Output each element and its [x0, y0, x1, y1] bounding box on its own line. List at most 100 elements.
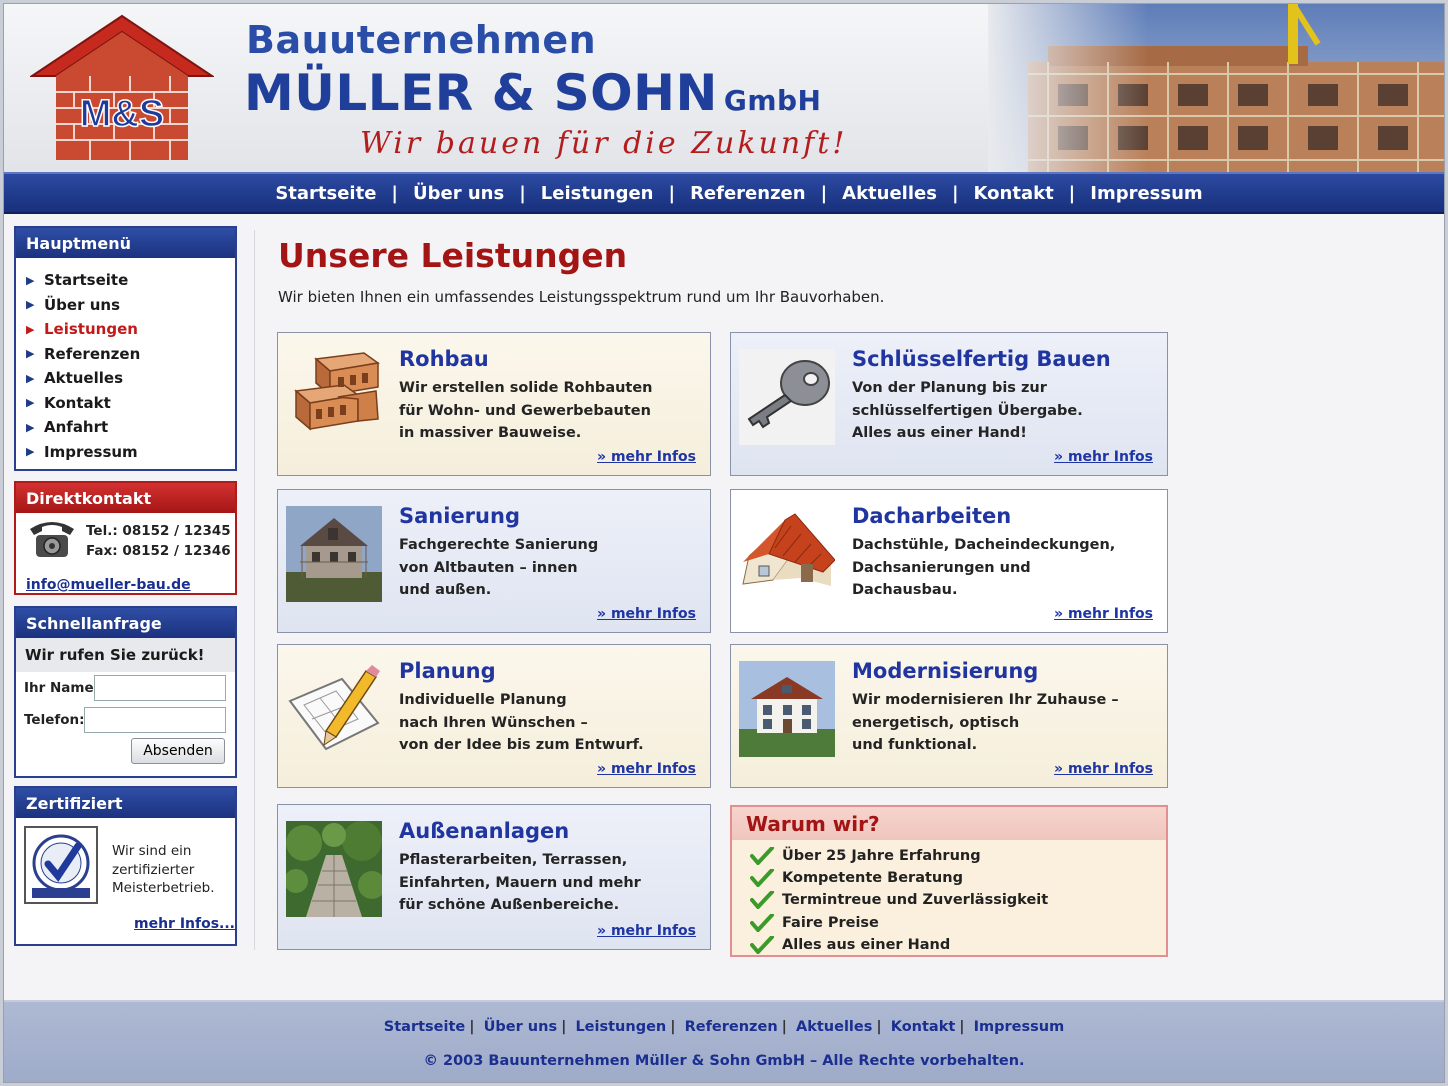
more-info-link[interactable]: » mehr Infos — [597, 761, 696, 777]
description-line: nach Ihren Wünschen – — [399, 714, 588, 731]
more-info-link[interactable]: » mehr Infos — [1054, 449, 1153, 465]
menu-item-label: Anfahrt — [44, 418, 109, 437]
chevron-right-icon: ▶ — [26, 273, 35, 287]
nav-ueber-uns[interactable]: Über uns — [398, 183, 519, 204]
menu-item-impressum[interactable]: ▶ Impressum — [26, 440, 235, 465]
more-info-link[interactable]: » mehr Infos — [1054, 606, 1153, 622]
footer-link-referenzen[interactable]: Referenzen — [685, 1019, 778, 1035]
why-us-item: Termintreue und Zuverlässigkeit — [782, 892, 1049, 909]
checkmark-icon — [750, 913, 774, 932]
quick-request-subtitle: Wir rufen Sie zurück! — [16, 638, 235, 672]
description-line: und außen. — [399, 582, 492, 598]
menu-item-startseite[interactable]: ▶ Startseite — [26, 268, 235, 293]
quick-request-box: Schnellanfrage Wir rufen Sie zurück! Ihr… — [14, 606, 237, 778]
slogan: Wir bauen für die Zukunft! — [360, 126, 848, 161]
footer-link-aktuelles[interactable]: Aktuelles — [796, 1019, 872, 1035]
main-menu: ▶ Startseite ▶ Über uns ▶ Leistungen ▶ Refer… — [16, 258, 235, 464]
checkmark-icon — [750, 869, 774, 888]
service-description: Individuelle Planung nach Ihren Wünschen… — [399, 689, 644, 757]
more-info-link[interactable]: » mehr Infos — [597, 923, 696, 939]
description-line: Individuelle Planung — [399, 692, 567, 708]
certified-title: Zertifiziert — [16, 788, 235, 818]
main-menu-title: Hauptmenü — [16, 228, 235, 258]
footer-separator: | — [959, 1019, 965, 1035]
blueprint-pencil-icon — [288, 665, 380, 751]
nav-startseite[interactable]: Startseite — [260, 183, 391, 204]
footer-link-impressum[interactable]: Impressum — [974, 1019, 1065, 1035]
service-card-rohbau: Rohbau Wir erstellen solide Rohbauten fü… — [277, 332, 711, 476]
service-description: Dachstühle, Dacheindeckungen, Dachsanier… — [852, 534, 1115, 602]
key-icon — [739, 349, 835, 445]
description-line: Wir erstellen solide Rohbauten — [399, 380, 653, 396]
menu-item-leistungen[interactable]: ▶ Leistungen — [26, 317, 235, 342]
construction-photo-icon — [988, 4, 1444, 172]
description-line: für Wohn- und Gewerbebauten — [399, 402, 651, 419]
menu-item-referenzen[interactable]: ▶ Referenzen — [26, 342, 235, 367]
description-line: Einfahrten, Mauern und mehr — [399, 874, 641, 891]
footer-link-leistungen[interactable]: Leistungen — [575, 1019, 666, 1035]
more-info-link[interactable]: » mehr Infos — [1054, 761, 1153, 777]
footer-separator: | — [876, 1019, 882, 1035]
menu-item-ueber-uns[interactable]: ▶ Über uns — [26, 293, 235, 318]
menu-item-label: Über uns — [44, 295, 120, 314]
nav-leistungen[interactable]: Leistungen — [526, 183, 669, 204]
more-info-link[interactable]: » mehr Infos — [597, 449, 696, 465]
why-us-item: Faire Preise — [782, 914, 879, 931]
contact-email-link[interactable]: info@mueller-bau.de — [26, 577, 191, 593]
footer-link-kontakt[interactable]: Kontakt — [891, 1019, 956, 1035]
chevron-right-icon: ▶ — [26, 420, 35, 434]
more-info-link[interactable]: » mehr Infos — [597, 606, 696, 622]
footer-link-startseite[interactable]: Startseite — [384, 1019, 465, 1035]
phone-input[interactable] — [84, 707, 226, 733]
site-header: M&S Bauuternehmen MÜLLER & SOHN GmbH Wir … — [4, 4, 1444, 172]
certified-more-link[interactable]: mehr Infos... — [134, 916, 235, 932]
nav-referenzen[interactable]: Referenzen — [675, 183, 821, 204]
why-us-item: Kompetente Beratung — [782, 870, 963, 887]
description-line: energetisch, optisch — [852, 714, 1020, 731]
description-line: Fachgerechte Sanierung — [399, 537, 599, 553]
nav-kontakt[interactable]: Kontakt — [959, 183, 1069, 204]
checkmark-icon — [750, 891, 774, 910]
list-item: Termintreue und Zuverlässigkeit — [750, 889, 1166, 911]
service-title: Schlüsselfertig Bauen — [852, 347, 1111, 371]
menu-item-anfahrt[interactable]: ▶ Anfahrt — [26, 415, 235, 440]
nav-separator: | — [820, 182, 828, 204]
description-line: Dachstühle, Dacheindeckungen, — [852, 537, 1116, 553]
company-logo[interactable]: M&S — [30, 14, 214, 164]
service-description: Pflasterarbeiten, Terrassen, Einfahrten,… — [399, 849, 641, 917]
service-description: Wir erstellen solide Rohbauten für Wohn-… — [399, 377, 653, 445]
description-line: Dachausbau. — [852, 582, 958, 598]
menu-item-kontakt[interactable]: ▶ Kontakt — [26, 391, 235, 416]
contact-fax: Fax: 08152 / 12346 — [86, 543, 231, 559]
contact-details: Tel.: 08152 / 12345 Fax: 08152 / 12346 i… — [16, 513, 235, 593]
brand-line-1: Bauuternehmen — [246, 18, 597, 62]
footer-link-ueber-uns[interactable]: Über uns — [484, 1019, 557, 1035]
list-item: Über 25 Jahre Erfahrung — [750, 845, 1166, 867]
contact-phone: Tel.: 08152 / 12345 — [86, 523, 231, 539]
service-card-modernisierung: Modernisierung Wir modernisieren Ihr Zuh… — [730, 644, 1168, 788]
nav-separator: | — [391, 182, 398, 204]
house-photo-icon — [739, 661, 835, 757]
copyright-text: © 2003 Bauunternehmen Müller & Sohn GmbH… — [423, 1053, 1025, 1069]
main-menu-box: Hauptmenü ▶ Startseite ▶ Über uns ▶ Leistun… — [14, 226, 237, 471]
menu-item-label: Leistungen — [44, 320, 138, 339]
nav-aktuelles[interactable]: Aktuelles — [827, 183, 952, 204]
direct-contact-title: Direktkontakt — [16, 483, 235, 513]
content-divider — [254, 230, 255, 950]
name-input[interactable] — [94, 675, 226, 701]
service-title: Rohbau — [399, 347, 489, 371]
submit-button[interactable]: Absenden — [131, 738, 225, 764]
logo-text: M&S — [80, 93, 164, 135]
menu-item-aktuelles[interactable]: ▶ Aktuelles — [26, 366, 235, 391]
name-row: Ihr Name: — [16, 672, 235, 704]
nav-impressum[interactable]: Impressum — [1075, 183, 1217, 204]
page: M&S Bauuternehmen MÜLLER & SOHN GmbH Wir … — [3, 3, 1445, 1083]
brand-name: MÜLLER & SOHN — [244, 64, 718, 122]
checkmark-icon — [750, 847, 774, 866]
footer-separator: | — [781, 1019, 787, 1035]
name-label: Ihr Name: — [24, 680, 100, 696]
phone-row: Telefon: — [16, 704, 235, 736]
description-line: Dachsanierungen und — [852, 559, 1031, 576]
phone-label: Telefon: — [24, 712, 85, 728]
direct-contact-box: Direktkontakt Tel.: 08152 / 12345 Fax: 0… — [14, 481, 237, 595]
